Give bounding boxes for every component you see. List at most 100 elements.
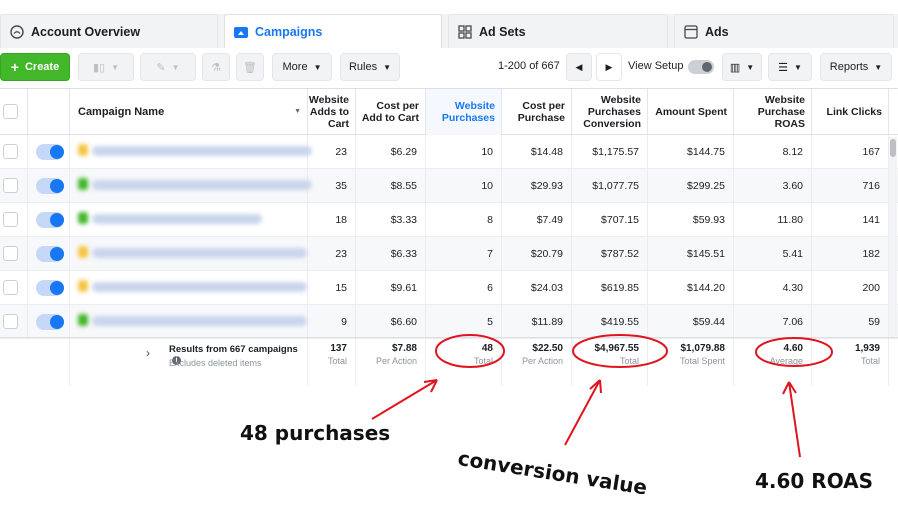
table-cell: $6.29 xyxy=(356,135,426,169)
plus-icon: + xyxy=(10,59,19,75)
create-button[interactable]: + Create xyxy=(0,53,70,81)
summary-spacer xyxy=(0,338,70,386)
pencil-icon: ✎ xyxy=(156,61,166,74)
campaign-status-dot xyxy=(78,314,88,326)
campaign-status-dot xyxy=(78,144,88,156)
column-header-website-purchases[interactable]: Website Purchases xyxy=(426,89,502,135)
column-header-label: Cost per Add to Cart xyxy=(361,100,419,124)
table-cell: 8.12 xyxy=(734,135,812,169)
summary-cell: 137 Total xyxy=(308,338,356,386)
row-checkbox[interactable] xyxy=(3,314,18,329)
next-page-button[interactable]: ▶ xyxy=(596,53,622,81)
table-row[interactable]: 18 $3.33 8 $7.49 $707.15 $59.93 11.80 141 xyxy=(0,203,898,237)
grid-icon xyxy=(457,24,473,40)
row-checkbox[interactable] xyxy=(3,178,18,193)
previous-page-button[interactable]: ◀ xyxy=(566,53,592,81)
tab-label: Ad Sets xyxy=(479,24,526,39)
duplicate-button[interactable]: ▮▯ ▼ xyxy=(78,53,134,81)
toolbar: + Create ▮▯ ▼ ✎ ▼ ⚗ 🗑 More ▼ Rules ▼ 1-200 o… xyxy=(0,53,898,83)
tab-label: Ads xyxy=(705,24,729,39)
table-row[interactable]: 23 $6.33 7 $20.79 $787.52 $145.51 5.41 182 xyxy=(0,237,898,271)
row-checkbox[interactable] xyxy=(3,212,18,227)
summary-title-cell: › Results from 667 campaignsi Excludes d… xyxy=(70,338,308,386)
column-header-cost-per-add[interactable]: Cost per Add to Cart xyxy=(356,89,426,135)
campaign-status-toggle[interactable] xyxy=(36,212,64,228)
row-toggle-cell xyxy=(28,271,70,305)
edit-button[interactable]: ✎ ▼ xyxy=(140,53,196,81)
table-row[interactable]: 23 $6.29 10 $14.48 $1,175.57 $144.75 8.12 167 xyxy=(0,135,898,169)
scrollbar-thumb[interactable] xyxy=(890,139,896,157)
campaign-status-toggle[interactable] xyxy=(36,178,64,194)
select-all-checkbox[interactable] xyxy=(3,104,18,119)
chevron-right-icon[interactable]: › xyxy=(146,346,150,360)
table-cell: $59.93 xyxy=(648,203,734,237)
rules-button[interactable]: Rules ▼ xyxy=(340,53,400,81)
column-header-campaign-name[interactable]: Campaign Name ▼ xyxy=(70,89,308,135)
chevron-down-icon: ▼ xyxy=(111,62,120,72)
summary-cell: $4,967.55 Total xyxy=(572,338,648,386)
columns-button[interactable]: ▥ ▼ xyxy=(722,53,762,81)
column-header-adds-to-cart[interactable]: Website Adds to Cart xyxy=(308,89,356,135)
summary-value: $22.50 xyxy=(532,343,563,354)
table-cell: 141 xyxy=(812,203,889,237)
campaign-name-cell[interactable] xyxy=(70,237,308,271)
column-header-label: Amount Spent xyxy=(655,106,727,118)
tab-ads[interactable]: Ads xyxy=(674,14,894,48)
view-setup-toggle[interactable] xyxy=(688,60,714,74)
table-cell: $29.93 xyxy=(502,169,572,203)
tab-label: Campaigns xyxy=(255,24,323,39)
tab-campaigns[interactable]: Campaigns xyxy=(224,14,442,48)
campaign-name-cell[interactable] xyxy=(70,305,308,339)
column-header-cost-per-purchase[interactable]: Cost per Purchase xyxy=(502,89,572,135)
table-cell: $299.25 xyxy=(648,169,734,203)
campaign-name-cell[interactable] xyxy=(70,135,312,169)
table-row[interactable]: 9 $6.60 5 $11.89 $419.55 $59.44 7.06 59 xyxy=(0,305,898,339)
breakdown-button[interactable]: ☰ ▼ xyxy=(768,53,812,81)
column-header-purchases-conversion[interactable]: Website Purchases Conversion xyxy=(572,89,648,135)
summary-cell: $22.50 Per Action xyxy=(502,338,572,386)
delete-button[interactable]: 🗑 xyxy=(236,53,264,81)
table-cell: 5 xyxy=(426,305,502,339)
test-button[interactable]: ⚗ xyxy=(202,53,230,81)
trash-icon: 🗑 xyxy=(243,61,257,74)
tab-ad-sets[interactable]: Ad Sets xyxy=(448,14,668,48)
campaign-name-cell[interactable] xyxy=(70,169,312,203)
table-header: Campaign Name ▼ Website Adds to Cart Cos… xyxy=(0,89,898,135)
view-setup-label: View Setup xyxy=(628,60,684,72)
summary-value: $4,967.55 xyxy=(594,343,640,354)
campaign-status-toggle[interactable] xyxy=(36,144,64,160)
campaign-status-toggle[interactable] xyxy=(36,280,64,296)
conversion-arrow xyxy=(564,379,601,446)
campaign-name-cell[interactable] xyxy=(70,271,308,305)
campaign-status-toggle[interactable] xyxy=(36,246,64,262)
table-cell: $619.85 xyxy=(572,271,648,305)
summary-value: $7.88 xyxy=(391,343,417,354)
row-checkbox[interactable] xyxy=(3,280,18,295)
chevron-down-icon: ▼ xyxy=(171,62,180,72)
vertical-scrollbar[interactable] xyxy=(889,137,897,337)
row-select-cell xyxy=(0,271,28,305)
toggle-header xyxy=(28,89,70,135)
campaign-name-cell[interactable] xyxy=(70,203,308,237)
table-cell: 8 xyxy=(426,203,502,237)
row-checkbox[interactable] xyxy=(3,144,18,159)
more-button[interactable]: More ▼ xyxy=(272,53,332,81)
table-row[interactable]: 35 $8.55 10 $29.93 $1,077.75 $299.25 3.60 716 xyxy=(0,169,898,203)
reports-button[interactable]: Reports ▼ xyxy=(820,53,892,81)
tab-account-overview[interactable]: Account Overview xyxy=(0,14,218,48)
row-checkbox[interactable] xyxy=(3,246,18,261)
summary-label: Total xyxy=(860,356,880,366)
table-cell: $7.49 xyxy=(502,203,572,237)
column-header-label: Campaign Name xyxy=(78,106,165,118)
campaign-name-redacted xyxy=(92,282,307,292)
column-header-amount-spent[interactable]: Amount Spent xyxy=(648,89,734,135)
table-cell: $144.20 xyxy=(648,271,734,305)
column-header-purchase-roas[interactable]: Website Purchase ROAS xyxy=(734,89,812,135)
chevron-down-icon: ▼ xyxy=(313,62,322,72)
column-header-link-clicks[interactable]: Link Clicks xyxy=(812,89,889,135)
tab-bar: Account Overview Campaigns Ad Sets Ads xyxy=(0,14,898,48)
table-row[interactable]: 15 $9.61 6 $24.03 $619.85 $144.20 4.30 200 xyxy=(0,271,898,305)
campaign-status-toggle[interactable] xyxy=(36,314,64,330)
summary-label: Average xyxy=(769,356,803,366)
column-header-label: Website Purchases Conversion xyxy=(583,94,641,130)
